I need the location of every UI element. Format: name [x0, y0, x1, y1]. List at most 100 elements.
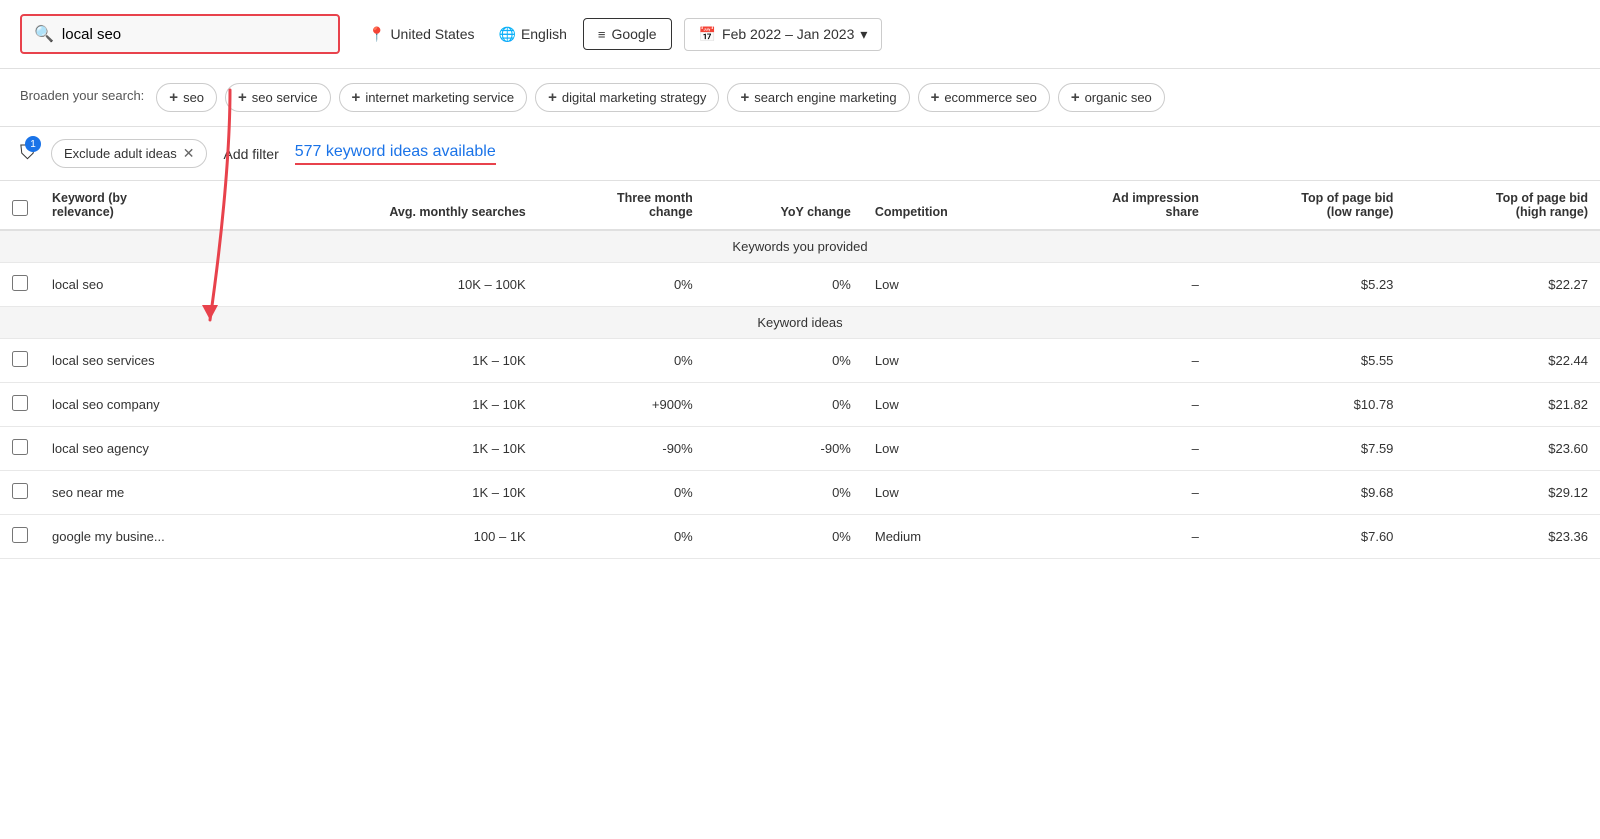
competition-cell: Low	[863, 263, 1025, 307]
th-competition: Competition	[863, 181, 1025, 230]
calendar-icon: 📅	[699, 26, 716, 43]
chip-label: organic seo	[1085, 90, 1152, 105]
chip-ecommerce-seo[interactable]: +ecommerce seo	[918, 83, 1050, 112]
keyword-cell: local seo company	[40, 383, 269, 427]
filter-chip-label: Exclude adult ideas	[64, 146, 177, 161]
three-month-cell: 0%	[538, 515, 705, 559]
three-month-cell: -90%	[538, 427, 705, 471]
search-input[interactable]	[62, 26, 326, 43]
row-checkbox-cell[interactable]	[0, 471, 40, 515]
bid-high-cell: $22.44	[1405, 339, 1600, 383]
table-row: local seo company 1K – 10K +900% 0% Low …	[0, 383, 1600, 427]
chip-label: digital marketing strategy	[562, 90, 707, 105]
row-checkbox[interactable]	[12, 439, 28, 455]
competition-cell: Low	[863, 383, 1025, 427]
bid-high-cell: $29.12	[1405, 471, 1600, 515]
table-row: seo near me 1K – 10K 0% 0% Low – $9.68 $…	[0, 471, 1600, 515]
chip-seo-service[interactable]: +seo service	[225, 83, 331, 112]
broaden-chips: + seo +seo service +internet marketing se…	[156, 83, 1165, 112]
row-checkbox[interactable]	[12, 395, 28, 411]
header-controls: 📍 United States 🌐 English ≡ Google 📅 Feb…	[360, 18, 882, 51]
bid-low-cell: $5.23	[1211, 263, 1406, 307]
chip-label: ecommerce seo	[944, 90, 1036, 105]
date-range-button[interactable]: 📅 Feb 2022 – Jan 2023 ▾	[684, 18, 883, 51]
broaden-section: Broaden your search: + seo +seo service +…	[0, 69, 1600, 127]
row-checkbox-cell[interactable]	[0, 339, 40, 383]
chip-label: seo	[183, 90, 204, 105]
table-row: local seo services 1K – 10K 0% 0% Low – …	[0, 339, 1600, 383]
row-checkbox[interactable]	[12, 351, 28, 367]
search-box[interactable]: 🔍	[20, 14, 340, 54]
filter-badge: 1	[25, 136, 41, 152]
avg-monthly-cell: 1K – 10K	[269, 427, 538, 471]
google-label: Google	[611, 26, 656, 42]
keyword-table: Keyword (byrelevance) Avg. monthly searc…	[0, 181, 1600, 559]
yoy-cell: 0%	[705, 339, 863, 383]
google-button[interactable]: ≡ Google	[583, 18, 672, 50]
table-row: local seo agency 1K – 10K -90% -90% Low …	[0, 427, 1600, 471]
avg-monthly-cell: 1K – 10K	[269, 471, 538, 515]
th-bid-high: Top of page bid(high range)	[1405, 181, 1600, 230]
chip-digital-marketing[interactable]: +digital marketing strategy	[535, 83, 719, 112]
avg-monthly-cell: 10K – 100K	[269, 263, 538, 307]
row-checkbox-cell[interactable]	[0, 427, 40, 471]
plus-icon: +	[352, 89, 361, 106]
keyword-cell: google my busine...	[40, 515, 269, 559]
close-icon[interactable]: ✕	[183, 145, 195, 162]
location-icon: 📍	[368, 26, 385, 43]
chevron-down-icon: ▾	[860, 26, 867, 43]
keyword-cell: local seo agency	[40, 427, 269, 471]
keyword-cell: local seo services	[40, 339, 269, 383]
ad-impression-cell: –	[1025, 515, 1211, 559]
row-checkbox-cell[interactable]	[0, 263, 40, 307]
th-bid-low: Top of page bid(low range)	[1211, 181, 1406, 230]
th-ad-impression: Ad impressionshare	[1025, 181, 1211, 230]
exclude-adult-filter[interactable]: Exclude adult ideas ✕	[51, 139, 207, 168]
section-ideas-header: Keyword ideas	[0, 307, 1600, 339]
avg-monthly-cell: 1K – 10K	[269, 339, 538, 383]
google-icon: ≡	[598, 27, 606, 42]
bid-low-cell: $9.68	[1211, 471, 1406, 515]
yoy-cell: -90%	[705, 427, 863, 471]
chip-internet-marketing[interactable]: +internet marketing service	[339, 83, 528, 112]
chip-search-engine-marketing[interactable]: +search engine marketing	[727, 83, 909, 112]
bid-high-cell: $23.60	[1405, 427, 1600, 471]
yoy-cell: 0%	[705, 515, 863, 559]
th-keyword: Keyword (byrelevance)	[40, 181, 269, 230]
th-select-all[interactable]	[0, 181, 40, 230]
th-yoy: YoY change	[705, 181, 863, 230]
plus-icon: +	[238, 89, 247, 106]
filter-icon-wrap[interactable]: ⛉ 1	[20, 142, 35, 165]
add-filter-button[interactable]: Add filter	[223, 146, 278, 162]
competition-cell: Medium	[863, 515, 1025, 559]
select-all-checkbox[interactable]	[12, 200, 28, 216]
chip-organic-seo[interactable]: + organic seo	[1058, 83, 1165, 112]
bid-low-cell: $7.59	[1211, 427, 1406, 471]
ad-impression-cell: –	[1025, 263, 1211, 307]
three-month-cell: 0%	[538, 471, 705, 515]
three-month-cell: 0%	[538, 339, 705, 383]
location-control[interactable]: 📍 United States	[360, 20, 483, 49]
search-icon: 🔍	[34, 24, 54, 44]
chip-label: search engine marketing	[754, 90, 896, 105]
row-checkbox[interactable]	[12, 483, 28, 499]
th-avg-monthly: Avg. monthly searches	[269, 181, 538, 230]
ad-impression-cell: –	[1025, 339, 1211, 383]
competition-cell: Low	[863, 339, 1025, 383]
row-checkbox[interactable]	[12, 527, 28, 543]
chip-seo[interactable]: + seo	[156, 83, 217, 112]
keyword-cell: local seo	[40, 263, 269, 307]
plus-icon: +	[169, 89, 178, 106]
row-checkbox-cell[interactable]	[0, 383, 40, 427]
competition-cell: Low	[863, 471, 1025, 515]
yoy-cell: 0%	[705, 471, 863, 515]
broaden-label: Broaden your search:	[20, 83, 144, 105]
plus-icon: +	[1071, 89, 1080, 106]
row-checkbox[interactable]	[12, 275, 28, 291]
three-month-cell: 0%	[538, 263, 705, 307]
yoy-cell: 0%	[705, 263, 863, 307]
ad-impression-cell: –	[1025, 427, 1211, 471]
language-icon: 🌐	[499, 26, 516, 43]
language-control[interactable]: 🌐 English	[491, 20, 575, 49]
row-checkbox-cell[interactable]	[0, 515, 40, 559]
